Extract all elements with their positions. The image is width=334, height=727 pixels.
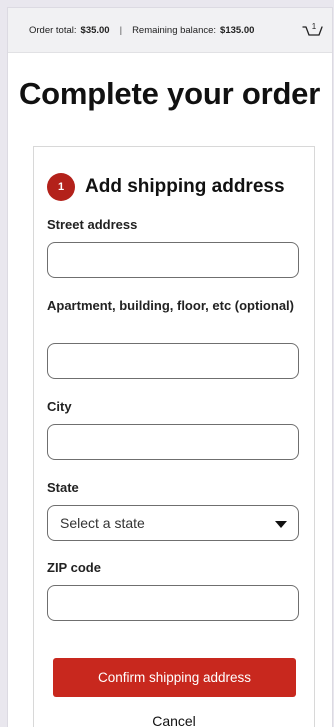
remaining-balance: Remaining balance: $135.00 (132, 25, 254, 36)
cart-icon[interactable]: 1 (302, 21, 324, 39)
step-header: 1 Add shipping address (47, 173, 285, 201)
checkout-page: Order total: $35.00 | Remaining balance:… (8, 8, 332, 727)
remaining-balance-value: $135.00 (220, 24, 255, 36)
zip-code-label: ZIP code (47, 560, 101, 575)
apartment-input[interactable] (47, 343, 299, 379)
step-number-badge: 1 (47, 173, 75, 201)
confirm-shipping-address-button[interactable]: Confirm shipping address (53, 658, 296, 697)
page-title: Complete your order (19, 76, 321, 111)
street-address-input[interactable] (47, 242, 299, 278)
state-select-value: Select a state (60, 515, 145, 531)
zip-code-input[interactable] (47, 585, 299, 621)
shipping-address-card: 1 Add shipping address Street address Ap… (33, 146, 315, 727)
order-total: Order total: $35.00 (29, 25, 110, 36)
cart-count: 1 (312, 22, 317, 31)
remaining-balance-label: Remaining balance: (132, 24, 217, 36)
state-select[interactable]: Select a state (47, 505, 299, 541)
order-total-label: Order total: (29, 24, 77, 36)
cancel-link[interactable]: Cancel (34, 713, 314, 727)
apartment-label: Apartment, building, floor, etc (optiona… (47, 298, 294, 313)
state-label: State (47, 480, 79, 495)
city-input[interactable] (47, 424, 299, 460)
street-address-label: Street address (47, 217, 138, 232)
step-title: Add shipping address (85, 176, 285, 197)
order-summary-bar: Order total: $35.00 | Remaining balance:… (8, 8, 332, 53)
summary-separator: | (119, 24, 123, 36)
caret-down-icon (275, 521, 287, 528)
order-total-value: $35.00 (80, 24, 110, 36)
city-label: City (47, 399, 72, 414)
